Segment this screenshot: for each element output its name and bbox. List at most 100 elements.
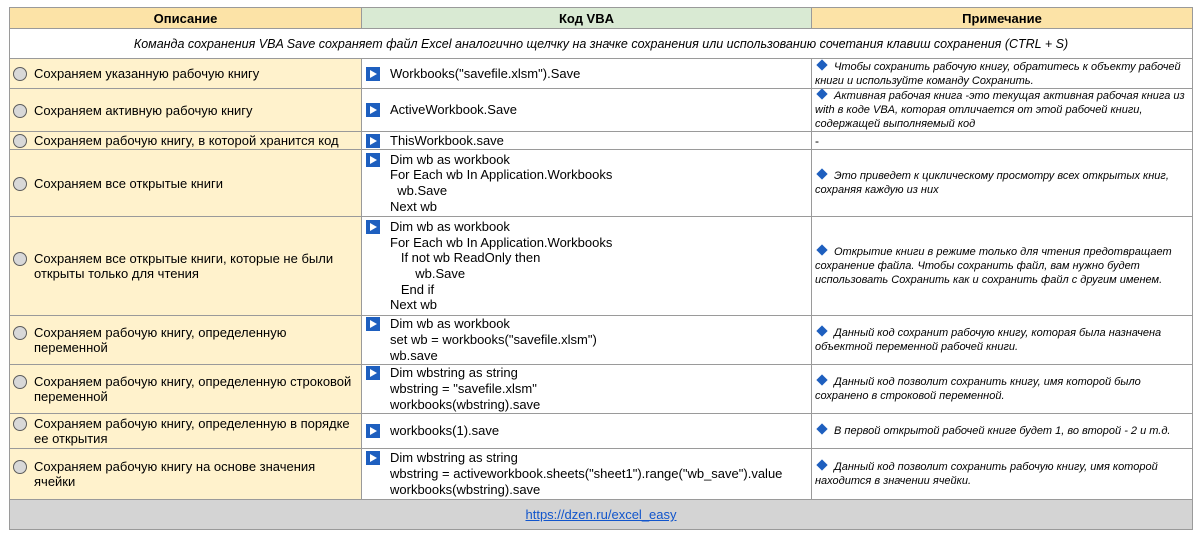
- radio-icon[interactable]: [13, 134, 27, 148]
- play-icon[interactable]: [366, 451, 380, 466]
- play-icon[interactable]: [366, 219, 380, 234]
- note-cell: В первой открытой рабочей книге будет 1,…: [811, 413, 1193, 449]
- description-text: Сохраняем указанную рабочую книгу: [34, 66, 260, 81]
- note-cell: Это приведет к циклическому просмотру вс…: [811, 149, 1193, 217]
- note-text: Активная рабочая книга -это текущая акти…: [815, 90, 1185, 130]
- table-row: Сохраняем рабочую книгу, определенную ст…: [9, 364, 1193, 414]
- note-cell: Активная рабочая книга -это текущая акти…: [811, 88, 1193, 132]
- description-text: Сохраняем рабочую книгу, определенную ст…: [34, 374, 352, 404]
- diamond-icon: [816, 168, 828, 180]
- play-icon[interactable]: [366, 103, 380, 118]
- note-cell: Данный код позволит сохранить книгу, имя…: [811, 364, 1193, 414]
- description-cell: Сохраняем рабочую книгу, определенную в …: [9, 413, 362, 449]
- code-text: Dim wb as workbook For Each wb In Applic…: [390, 218, 613, 313]
- diamond-icon: [816, 374, 828, 386]
- code-cell: ThisWorkbook.save: [361, 131, 812, 150]
- note-text: -: [815, 133, 819, 148]
- description-text: Сохраняем все открытые книги, которые не…: [34, 251, 334, 281]
- note-text: Это приведет к циклическому просмотру вс…: [815, 170, 1169, 196]
- code-cell: Workbooks("savefile.xlsm").Save: [361, 58, 812, 89]
- table-row: Сохраняем все открытые книги Dim wb as wo…: [9, 149, 1193, 217]
- description-cell: Сохраняем рабочую книгу на основе значен…: [9, 448, 362, 500]
- description-text: Сохраняем активную рабочую книгу: [34, 102, 253, 118]
- code-cell: Dim wb as workbook For Each wb In Applic…: [361, 149, 812, 217]
- code-text: Dim wb as workbook set wb = workbooks("s…: [390, 316, 597, 363]
- radio-icon[interactable]: [13, 252, 27, 266]
- code-text: Dim wbstring as string wbstring = active…: [390, 450, 783, 497]
- note-cell: Открытие книги в режиме только для чтени…: [811, 216, 1193, 316]
- diamond-icon: [816, 59, 828, 71]
- code-cell: Dim wb as workbook For Each wb In Applic…: [361, 216, 812, 316]
- table-row: Сохраняем активную рабочую книгу ActiveWo…: [9, 88, 1193, 132]
- description-cell: Сохраняем все открытые книги: [9, 149, 362, 217]
- header-row: Описание Код VBA Примечание: [9, 7, 1193, 29]
- note-cell: Данный код позволит сохранить рабочую кн…: [811, 448, 1193, 500]
- radio-icon[interactable]: [13, 176, 27, 191]
- play-icon[interactable]: [366, 66, 380, 81]
- radio-icon[interactable]: [13, 375, 27, 389]
- diamond-icon: [816, 325, 828, 337]
- play-icon[interactable]: [366, 317, 380, 332]
- description-cell: Сохраняем рабочую книгу, в которой храни…: [9, 131, 362, 150]
- table-row: Сохраняем рабочую книгу, в которой храни…: [9, 131, 1193, 150]
- description-text: Сохраняем рабочую книгу на основе значен…: [34, 459, 316, 489]
- radio-icon[interactable]: [13, 103, 27, 118]
- code-cell: workbooks(1).save: [361, 413, 812, 449]
- intro-text: Команда сохранения VBA Save сохраняет фа…: [9, 28, 1193, 59]
- note-text: Данный код позволит сохранить книгу, имя…: [815, 376, 1141, 402]
- footer-link[interactable]: https://dzen.ru/excel_easy: [525, 507, 676, 522]
- table-row: Сохраняем рабочую книгу на основе значен…: [9, 448, 1193, 500]
- radio-icon[interactable]: [13, 67, 27, 81]
- footer-row: https://dzen.ru/excel_easy: [9, 499, 1193, 530]
- note-text: В первой открытой рабочей книге будет 1,…: [834, 425, 1171, 437]
- play-icon[interactable]: [366, 152, 380, 167]
- code-text: ActiveWorkbook.Save: [390, 102, 517, 118]
- description-cell: Сохраняем все открытые книги, которые не…: [9, 216, 362, 316]
- header-description: Описание: [9, 7, 362, 29]
- description-text: Сохраняем рабочую книгу, определенную в …: [34, 416, 350, 446]
- description-cell: Сохраняем рабочую книгу, определенную ст…: [9, 364, 362, 414]
- description-text: Сохраняем рабочую книгу, определенную пе…: [34, 325, 287, 355]
- code-cell: Dim wb as workbook set wb = workbooks("s…: [361, 315, 812, 365]
- header-note: Примечание: [811, 7, 1193, 29]
- note-text: Открытие книги в режиме только для чтени…: [815, 246, 1172, 286]
- description-text: Сохраняем рабочую книгу, в которой храни…: [34, 133, 339, 148]
- table-row: Сохраняем рабочую книгу, определенную пе…: [9, 315, 1193, 365]
- code-text: Dim wb as workbook For Each wb In Applic…: [390, 151, 613, 214]
- code-cell: Dim wbstring as string wbstring = active…: [361, 448, 812, 500]
- description-cell: Сохраняем указанную рабочую книгу: [9, 58, 362, 89]
- table-row: Сохраняем указанную рабочую книгу Workboo…: [9, 58, 1193, 89]
- intro-row: Команда сохранения VBA Save сохраняет фа…: [9, 28, 1193, 59]
- code-text: Dim wbstring as string wbstring = "savef…: [390, 365, 541, 412]
- table-row: Сохраняем все открытые книги, которые не…: [9, 216, 1193, 316]
- radio-icon[interactable]: [13, 460, 27, 474]
- code-text: ThisWorkbook.save: [390, 132, 504, 148]
- table-row: Сохраняем рабочую книгу, определенную в …: [9, 413, 1193, 449]
- vba-save-table: Описание Код VBA Примечание Команда сохр…: [9, 7, 1193, 530]
- code-cell: ActiveWorkbook.Save: [361, 88, 812, 132]
- diamond-icon: [816, 423, 828, 435]
- header-code: Код VBA: [361, 7, 812, 29]
- description-cell: Сохраняем рабочую книгу, определенную пе…: [9, 315, 362, 365]
- code-text: workbooks(1).save: [390, 423, 500, 439]
- diamond-icon: [816, 459, 828, 471]
- table-body: Сохраняем указанную рабочую книгу Workboo…: [9, 58, 1193, 500]
- description-cell: Сохраняем активную рабочую книгу: [9, 88, 362, 132]
- radio-icon[interactable]: [13, 326, 27, 340]
- diamond-icon: [816, 244, 828, 256]
- code-text: Workbooks("savefile.xlsm").Save: [390, 65, 581, 81]
- note-text: Данный код позволит сохранить рабочую кн…: [815, 461, 1158, 487]
- note-text: Данный код сохранит рабочую книгу, котор…: [815, 327, 1162, 353]
- note-cell: Чтобы сохранить рабочую книгу, обратитес…: [811, 58, 1193, 89]
- code-cell: Dim wbstring as string wbstring = "savef…: [361, 364, 812, 414]
- radio-icon[interactable]: [13, 417, 27, 431]
- play-icon[interactable]: [366, 424, 380, 439]
- description-text: Сохраняем все открытые книги: [34, 175, 223, 191]
- play-icon[interactable]: [366, 366, 380, 381]
- diamond-icon: [816, 89, 828, 100]
- note-text: Чтобы сохранить рабочую книгу, обратитес…: [815, 60, 1181, 87]
- note-cell: Данный код сохранит рабочую книгу, котор…: [811, 315, 1193, 365]
- play-icon[interactable]: [366, 133, 380, 148]
- footer-cell: https://dzen.ru/excel_easy: [9, 499, 1193, 530]
- note-cell: -: [811, 131, 1193, 150]
